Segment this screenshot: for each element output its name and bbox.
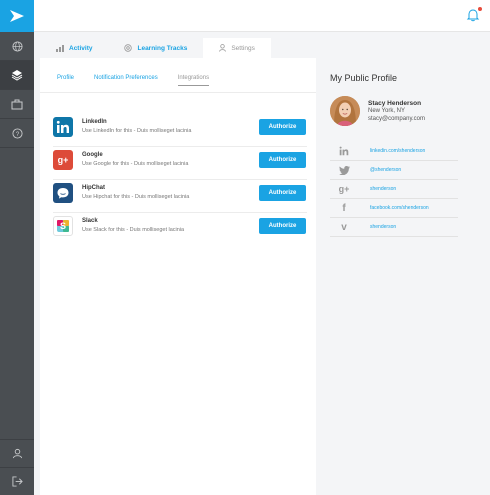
slack-icon: S bbox=[53, 216, 73, 236]
integration-name: Google bbox=[82, 152, 103, 158]
google-plus-icon: g+ bbox=[338, 184, 350, 194]
tab-label: Activity bbox=[69, 44, 93, 52]
subtab-profile[interactable]: Profile bbox=[57, 75, 74, 86]
authorize-slack-button[interactable]: Authorize bbox=[259, 218, 306, 234]
integration-row-linkedin: LinkedIn Use LinkedIn for this - Duis mo… bbox=[53, 114, 307, 147]
social-row-linkedin: linkedin.com/shenderson bbox=[330, 142, 458, 161]
user-icon bbox=[12, 448, 22, 459]
settings-subtabs: Profile Notification Preferences Integra… bbox=[57, 75, 229, 86]
hipchat-icon bbox=[53, 183, 73, 203]
social-link[interactable]: linkedin.com/shenderson bbox=[370, 148, 425, 154]
integration-row-hipchat: HipChat Use Hipchat for this - Duis moll… bbox=[53, 180, 307, 213]
social-row-facebook: f facebook.com/shenderson bbox=[330, 199, 458, 218]
profile-email: stacy@company.com bbox=[368, 116, 425, 122]
tab-label: Settings bbox=[231, 44, 255, 52]
sidebar-bottom bbox=[0, 439, 34, 495]
sidebar-item-user[interactable] bbox=[0, 439, 34, 467]
integration-row-slack: S Slack Use Slack for this - Duis mollis… bbox=[53, 213, 307, 246]
linkedin-icon bbox=[338, 145, 350, 157]
sidebar-item-briefcase[interactable] bbox=[0, 90, 34, 119]
target-icon bbox=[124, 44, 133, 52]
sidebar-item-logout[interactable] bbox=[0, 467, 34, 495]
main-tabs: Activity Learning Tracks Settings bbox=[40, 38, 271, 58]
subtab-integrations[interactable]: Integrations bbox=[177, 75, 210, 86]
authorize-hipchat-button[interactable]: Authorize bbox=[259, 185, 306, 201]
chart-icon bbox=[56, 44, 64, 52]
social-row-vine: v shenderson bbox=[330, 218, 458, 237]
facebook-icon: f bbox=[342, 202, 346, 214]
social-link[interactable]: @shenderson bbox=[370, 167, 401, 173]
authorize-linkedin-button[interactable]: Authorize bbox=[259, 119, 306, 135]
user-icon bbox=[219, 44, 227, 52]
google-plus-icon: g+ bbox=[53, 150, 73, 170]
settings-card: Profile Notification Preferences Integra… bbox=[40, 58, 316, 495]
integration-description: Use Slack for this - Duis molliseget lac… bbox=[82, 227, 185, 233]
sidebar-item-layers[interactable] bbox=[0, 61, 34, 90]
avatar bbox=[330, 96, 360, 126]
notification-dot bbox=[478, 7, 482, 11]
layers-icon bbox=[11, 70, 23, 81]
social-link[interactable]: shenderson bbox=[370, 186, 396, 192]
integration-description: Use LinkedIn for this - Duis molliseget … bbox=[82, 128, 192, 134]
tab-learning-tracks[interactable]: Learning Tracks bbox=[108, 38, 203, 58]
social-link[interactable]: facebook.com/shenderson bbox=[370, 205, 429, 211]
sidebar: ? bbox=[0, 0, 34, 495]
tab-settings[interactable]: Settings bbox=[203, 38, 271, 58]
social-row-google-plus: g+ shenderson bbox=[330, 180, 458, 199]
twitter-icon bbox=[338, 164, 350, 176]
sidebar-item-globe[interactable] bbox=[0, 32, 34, 61]
social-link[interactable]: shenderson bbox=[370, 224, 396, 230]
arrow-logo-icon[interactable] bbox=[0, 0, 34, 32]
tab-activity[interactable]: Activity bbox=[40, 38, 108, 58]
sidebar-item-help[interactable]: ? bbox=[0, 119, 34, 148]
public-profile-panel: My Public Profile Stacy Henderson New Yo… bbox=[316, 58, 490, 495]
divider bbox=[40, 92, 316, 93]
svg-text:S: S bbox=[60, 221, 66, 231]
social-row-twitter: @shenderson bbox=[330, 161, 458, 180]
subtab-notification-preferences[interactable]: Notification Preferences bbox=[94, 75, 158, 86]
profile-location: New York, NY bbox=[368, 108, 406, 114]
globe-icon bbox=[11, 40, 23, 52]
svg-text:?: ? bbox=[15, 130, 19, 137]
integration-description: Use Hipchat for this - Duis molliseget l… bbox=[82, 194, 190, 200]
integration-name: HipChat bbox=[82, 185, 105, 191]
integration-name: LinkedIn bbox=[82, 119, 107, 125]
profile-name: Stacy Henderson bbox=[368, 100, 422, 107]
authorize-google-button[interactable]: Authorize bbox=[259, 152, 306, 168]
help-icon: ? bbox=[11, 127, 23, 139]
panel-title: My Public Profile bbox=[330, 73, 398, 83]
logout-icon bbox=[11, 476, 23, 487]
briefcase-icon bbox=[11, 99, 23, 109]
tab-label: Learning Tracks bbox=[137, 44, 188, 52]
integration-description: Use Google for this - Duis molliseget la… bbox=[82, 161, 189, 167]
linkedin-icon bbox=[53, 117, 73, 137]
integration-name: Slack bbox=[82, 218, 98, 224]
top-bar bbox=[34, 0, 490, 32]
vine-icon: v bbox=[341, 221, 347, 233]
integration-row-google: g+ Google Use Google for this - Duis mol… bbox=[53, 147, 307, 180]
